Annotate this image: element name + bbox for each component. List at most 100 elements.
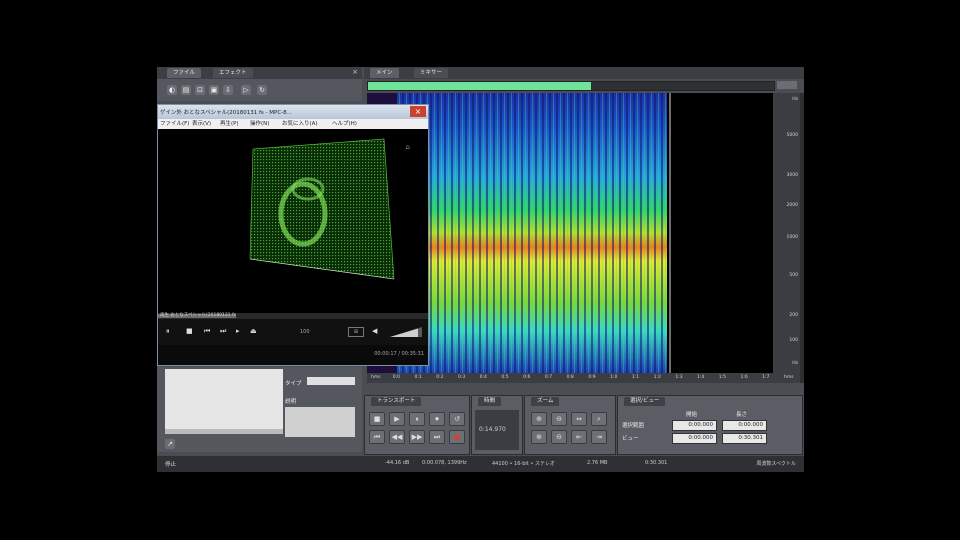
zoom-right-edge-icon[interactable]: ⇥	[591, 430, 607, 444]
previous-icon[interactable]: ⏮	[204, 327, 210, 336]
play-to-end-button[interactable]: ⏺	[429, 412, 445, 426]
loop-icon[interactable]: ↻	[257, 85, 267, 95]
menu-favorites[interactable]: お気に入り(A)	[282, 119, 318, 129]
import-icon[interactable]: ▤	[181, 85, 191, 95]
waveform-overview[interactable]	[367, 81, 775, 91]
tab-mixer[interactable]: ミキサー	[414, 68, 449, 78]
freq-tick: 200	[789, 313, 798, 318]
time-tick: 0:7	[544, 375, 553, 380]
freq-tick: Hz	[792, 361, 798, 366]
video-area[interactable]: ⌂	[158, 129, 428, 313]
player-close-button[interactable]: ×	[410, 106, 426, 117]
time-title: 時間	[478, 397, 502, 406]
zoom-in-vertical-icon[interactable]: ⊕	[531, 430, 547, 444]
menu-navigate[interactable]: 操作(N)	[250, 119, 269, 129]
time-tick: 1:0	[610, 375, 618, 380]
eject-icon[interactable]: ⏏	[250, 327, 257, 335]
autoplay-icon[interactable]: ▷	[241, 85, 251, 95]
zoom-out-horizontal-icon[interactable]: ⊖	[551, 412, 567, 426]
view-end-field[interactable]: 0:30.301	[722, 433, 767, 444]
tab-main[interactable]: メイン	[370, 68, 399, 78]
zoom-full-icon[interactable]: ⇔	[571, 412, 587, 426]
selection-title: 選択/ビュー	[624, 397, 666, 406]
play-button[interactable]: ▶	[389, 412, 405, 426]
zoom-selection-icon[interactable]: ⌕	[591, 412, 607, 426]
right-tab-bar: メイン ミキサー	[364, 67, 804, 79]
loop-button[interactable]: ↺	[449, 412, 465, 426]
rate-label: 100	[300, 329, 310, 335]
player-titlebar[interactable]: ゲイン外 おとなスペシャル(20180131 fs - MPC-8... ×	[158, 105, 428, 119]
status-bar: 停止 -44.16 dB 0:00.078, 1399Hz 44100 • 16…	[157, 456, 804, 472]
selection-end-field[interactable]: 0:00.000	[722, 420, 767, 431]
time-tick: 0:8	[566, 375, 574, 380]
transport-panel: トランスポート ■ ▶ ⏸ ⏺ ↺ ⏮ ◀◀ ▶▶ ⏭ ●	[364, 395, 470, 455]
type-select[interactable]	[307, 377, 355, 385]
description-label: 説明	[285, 399, 297, 405]
file-list[interactable]	[165, 369, 283, 429]
time-panel: 時間 0:14.970	[471, 395, 523, 455]
open-file-icon[interactable]: ◐	[167, 85, 177, 95]
close-icon[interactable]: ×	[352, 68, 358, 76]
time-tick: 1:7	[762, 375, 770, 380]
start-column-label: 開始	[686, 412, 698, 418]
status-format: 44100 • 16-bit • ステレオ	[492, 461, 555, 467]
menu-help[interactable]: ヘルプ(H)	[332, 119, 357, 129]
stop-icon[interactable]: ■	[186, 327, 193, 335]
menu-file[interactable]: ファイル(F)	[160, 119, 189, 129]
status-duration: 0:30.301	[645, 460, 668, 466]
rewind-button[interactable]: ◀◀	[389, 430, 405, 444]
app-window: ファイル エフェクト × ◐ ▤ ⊡ ▣ ⇩ ▷ ↻ メイン ミキサー Hz 5…	[157, 67, 804, 472]
save-icon[interactable]: ▣	[209, 85, 219, 95]
close-file-icon[interactable]: ⊡	[195, 85, 205, 95]
volume-icon[interactable]: ◀	[372, 327, 377, 335]
volume-slider[interactable]	[390, 327, 422, 337]
stop-button[interactable]: ■	[369, 412, 385, 426]
file-properties-panel: タイプ 説明 ↗	[157, 367, 362, 452]
freq-tick: 2000	[786, 203, 798, 208]
player-time: 00:00:17 / 00:35:31	[374, 351, 424, 357]
freq-tick: 3000	[786, 173, 798, 178]
file-list-scrollbar[interactable]	[165, 429, 283, 434]
go-to-end-button[interactable]: ⏭	[429, 430, 445, 444]
tab-files[interactable]: ファイル	[167, 68, 202, 78]
time-value: 0:14.970	[479, 426, 506, 433]
type-label: タイプ	[285, 381, 302, 387]
time-tick: hms	[784, 375, 794, 380]
seek-file-label: 再生 おとなスペシャル(20180131 fs	[160, 313, 236, 318]
media-player-window[interactable]: ゲイン外 おとなスペシャル(20180131 fs - MPC-8... × フ…	[157, 104, 429, 366]
view-start-field[interactable]: 0:00.000	[672, 433, 717, 444]
fullscreen-icon[interactable]: ⊞	[348, 327, 364, 337]
selection-row-label: 選択範囲	[622, 423, 645, 429]
menu-play[interactable]: 再生(P)	[220, 119, 239, 129]
next-icon[interactable]: ⏭	[220, 327, 226, 336]
vertical-scrollbar[interactable]	[800, 93, 804, 383]
player-title: ゲイン外 おとなスペシャル(20180131 fs - MPC-8...	[160, 110, 292, 116]
tab-effects[interactable]: エフェクト	[213, 68, 253, 78]
autoplay-toggle-icon[interactable]: ↗	[165, 439, 175, 449]
description-box[interactable]	[285, 407, 355, 437]
overview-zoom-handle[interactable]	[777, 81, 797, 89]
time-tick: 0:4	[479, 375, 487, 380]
video-visualization	[249, 138, 395, 280]
zoom-out-vertical-icon[interactable]: ⊖	[551, 430, 567, 444]
menu-view[interactable]: 表示(V)	[192, 119, 211, 129]
zoom-left-edge-icon[interactable]: ⇤	[571, 430, 587, 444]
corner-glyph: ⌂	[405, 143, 410, 151]
status-view-mode: 周波数スペクトル	[756, 461, 796, 467]
frequency-ruler: Hz 5000 3000 2000 1000 500 200 100 Hz	[773, 93, 800, 373]
insert-icon[interactable]: ⇩	[223, 85, 233, 95]
transport-title: トランスポート	[371, 397, 422, 406]
frame-step-icon[interactable]: ▸	[236, 327, 240, 335]
time-tick: 1:5	[718, 375, 727, 380]
time-tick: 1:3	[675, 375, 683, 380]
view-row-label: ビュー	[622, 436, 639, 442]
record-button[interactable]: ●	[449, 430, 465, 444]
pause-button[interactable]: ⏸	[409, 412, 425, 426]
selection-start-field[interactable]: 0:00.000	[672, 420, 717, 431]
freq-tick: 500	[789, 273, 798, 278]
status-state: 停止	[165, 462, 177, 468]
fast-forward-button[interactable]: ▶▶	[409, 430, 425, 444]
pause-icon[interactable]: ⏸	[166, 327, 170, 336]
zoom-in-horizontal-icon[interactable]: ⊕	[531, 412, 547, 426]
go-to-start-button[interactable]: ⏮	[369, 430, 385, 444]
